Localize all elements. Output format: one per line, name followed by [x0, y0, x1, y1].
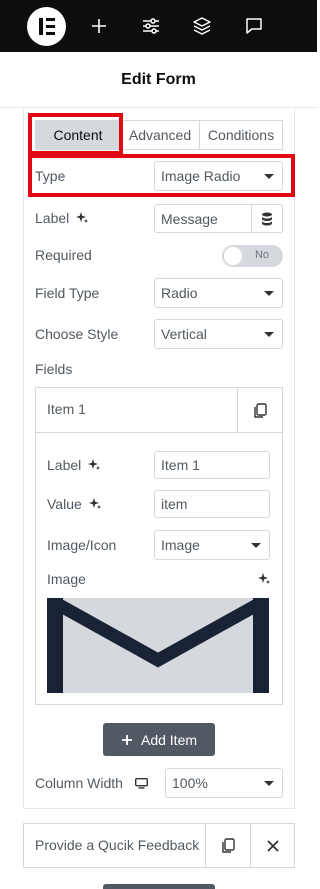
- desktop-icon[interactable]: [134, 777, 148, 789]
- plus-icon[interactable]: [86, 13, 112, 39]
- sparkle-icon[interactable]: [88, 497, 102, 511]
- panel-header: Edit Form: [0, 52, 317, 108]
- required-toggle[interactable]: No: [222, 245, 283, 267]
- sparkle-icon[interactable]: [75, 211, 89, 225]
- layers-icon[interactable]: [189, 13, 215, 39]
- type-label: Type: [35, 166, 65, 186]
- copy-icon: [254, 402, 267, 418]
- top-bar: [0, 0, 317, 52]
- repeater-item-title: Item 1: [47, 401, 86, 417]
- chevron-down-icon: [264, 291, 274, 296]
- chevron-down-icon: [251, 543, 261, 548]
- image-label-text: Image: [47, 571, 86, 587]
- feedback-bar: Provide a Qucik Feedback: [23, 823, 295, 868]
- field-type-select[interactable]: Radio: [154, 278, 283, 308]
- elementor-logo-icon[interactable]: [27, 7, 66, 46]
- bottom-button-partial[interactable]: [103, 884, 215, 889]
- tab-conditions[interactable]: Conditions: [200, 121, 282, 149]
- label-input-value: Message: [161, 210, 218, 227]
- item-label-label: Label: [47, 455, 101, 475]
- fields-section-label: Fields: [35, 359, 72, 379]
- envelope-icon: [47, 598, 269, 693]
- image-icon-select[interactable]: Image: [154, 530, 270, 560]
- item-label-text: Label: [47, 457, 82, 473]
- required-label: Required: [35, 245, 92, 265]
- field-type-value: Radio: [161, 285, 198, 301]
- fields-section-text: Fields: [35, 361, 73, 377]
- chevron-down-icon: [264, 174, 274, 179]
- sparkle-icon[interactable]: [257, 572, 271, 586]
- label-input[interactable]: Message: [154, 204, 252, 233]
- required-label-text: Required: [35, 247, 92, 263]
- item-value-text: Value: [47, 496, 82, 512]
- label-field-label: Label: [35, 208, 89, 228]
- database-icon: [262, 212, 272, 225]
- page-title: Edit Form: [121, 70, 196, 88]
- image-preview[interactable]: [47, 598, 269, 693]
- item-label-value: Item 1: [161, 457, 200, 473]
- chevron-down-icon: [264, 332, 274, 337]
- image-icon-value: Image: [161, 537, 200, 553]
- add-item-label: Add Item: [140, 731, 198, 748]
- feedback-text[interactable]: Provide a Qucik Feedback: [35, 837, 199, 853]
- dynamic-tags-button[interactable]: [251, 204, 283, 233]
- image-icon-label: Image/Icon: [47, 535, 116, 555]
- toggle-text: No: [254, 249, 269, 261]
- tab-content[interactable]: Content: [36, 121, 121, 149]
- close-icon: [267, 839, 279, 852]
- sparkle-icon[interactable]: [87, 458, 101, 472]
- choose-style-value: Vertical: [161, 326, 207, 342]
- toggle-knob: [224, 247, 242, 265]
- column-width-text: Column Width: [35, 775, 123, 791]
- type-select-value: Image Radio: [161, 168, 241, 184]
- feedback-copy-button[interactable]: [205, 824, 250, 867]
- column-width-select[interactable]: 100%: [165, 768, 283, 798]
- chevron-down-icon: [264, 781, 274, 786]
- column-width-label: Column Width: [35, 773, 148, 793]
- copy-icon: [222, 837, 235, 853]
- plus-icon: [121, 734, 132, 745]
- feedback-close-button[interactable]: [250, 824, 295, 867]
- repeater-item-header[interactable]: Item 1: [36, 388, 282, 433]
- field-type-label: Field Type: [35, 283, 99, 303]
- image-icon-text: Image/Icon: [47, 537, 117, 553]
- type-label-text: Type: [35, 168, 66, 184]
- item-value-value: item: [161, 496, 188, 512]
- tab-bar: Content Advanced Conditions: [35, 120, 283, 150]
- image-label: Image: [47, 569, 86, 589]
- column-width-value: 100%: [172, 775, 208, 791]
- choose-style-label: Choose Style: [35, 324, 118, 344]
- sliders-icon[interactable]: [138, 13, 164, 39]
- chat-icon[interactable]: [241, 13, 267, 39]
- tab-advanced[interactable]: Advanced: [121, 121, 200, 149]
- item-label-input[interactable]: Item 1: [154, 451, 270, 479]
- type-select[interactable]: Image Radio: [154, 161, 283, 191]
- label-field-text: Label: [35, 210, 70, 226]
- duplicate-button[interactable]: [237, 388, 282, 433]
- choose-style-label-text: Choose Style: [35, 326, 119, 342]
- item-value-label: Value: [47, 494, 102, 514]
- item-value-input[interactable]: item: [154, 490, 270, 518]
- choose-style-select[interactable]: Vertical: [154, 319, 283, 349]
- add-item-button[interactable]: Add Item: [103, 723, 215, 756]
- field-type-label-text: Field Type: [35, 285, 100, 301]
